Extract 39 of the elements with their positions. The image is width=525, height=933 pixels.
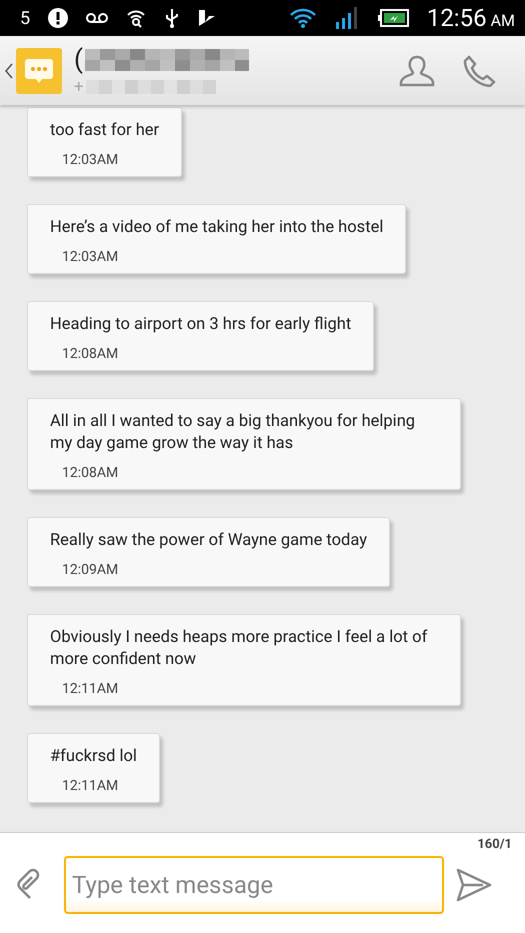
message-bubble[interactable]: Really saw the power of Wayne game today 12:09AM [27, 517, 390, 587]
message-bubble[interactable]: Here’s a video of me taking her into the hostel 12:03AM [27, 204, 406, 274]
wifi-icon [288, 8, 317, 28]
battery-icon [376, 9, 409, 27]
message-time: 12:03AM [62, 249, 120, 265]
contact-icon[interactable] [399, 54, 435, 86]
contact-name: ( [74, 44, 83, 74]
message-text: Here’s a video of me taking her into the hostel [50, 217, 384, 239]
message-text: too fast for her [50, 120, 160, 142]
voicemail-icon [86, 12, 108, 24]
usb-icon [164, 7, 180, 29]
phone-icon[interactable] [463, 54, 497, 86]
signal-icon [334, 6, 359, 30]
clock: 12:56 AM [426, 4, 515, 32]
message-bubble[interactable]: Heading to airport on 3 hrs for early flight 12:08AM [27, 301, 374, 371]
message-text: Obviously I needs heaps more practice I feel a lot of more confident now [50, 627, 428, 671]
message-bubble[interactable]: too fast for her 12:03AM [27, 107, 182, 177]
message-time: 12:08AM [62, 346, 120, 362]
contact-number: + [74, 76, 84, 96]
message-input-field[interactable]: Type text message [64, 856, 444, 914]
send-icon[interactable] [456, 868, 492, 902]
notification-count: 5 [20, 8, 30, 28]
message-text: All in all I wanted to say a big thankyou for helping my day game grow the way it has [50, 411, 416, 455]
message-time: 12:09AM [62, 562, 120, 578]
message-time: 12:08AM [62, 465, 120, 481]
message-bubble[interactable]: #fuckrsd lol 12:11AM [27, 733, 160, 803]
message-time: 12:11AM [62, 681, 120, 697]
alert-icon [48, 8, 68, 28]
message-text: Heading to airport on 3 hrs for early flight [50, 314, 352, 336]
message-time: 12:11AM [62, 778, 120, 794]
message-bubble[interactable]: All in all I wanted to say a big thankyou for helping my day game grow the way it has 12:08AM [27, 398, 461, 490]
message-bubble[interactable]: Obviously I needs heaps more practice I feel a lot of more confident now 12:11AM [27, 614, 461, 706]
message-text: #fuckrsd lol [50, 746, 137, 768]
check-icon [198, 9, 216, 27]
back-icon[interactable] [5, 62, 13, 78]
message-time: 12:03AM [62, 152, 120, 168]
message-text: Really saw the power of Wayne game today [50, 530, 368, 552]
character-counter: 160/1 [477, 837, 512, 852]
meridiem: AM [490, 11, 515, 30]
